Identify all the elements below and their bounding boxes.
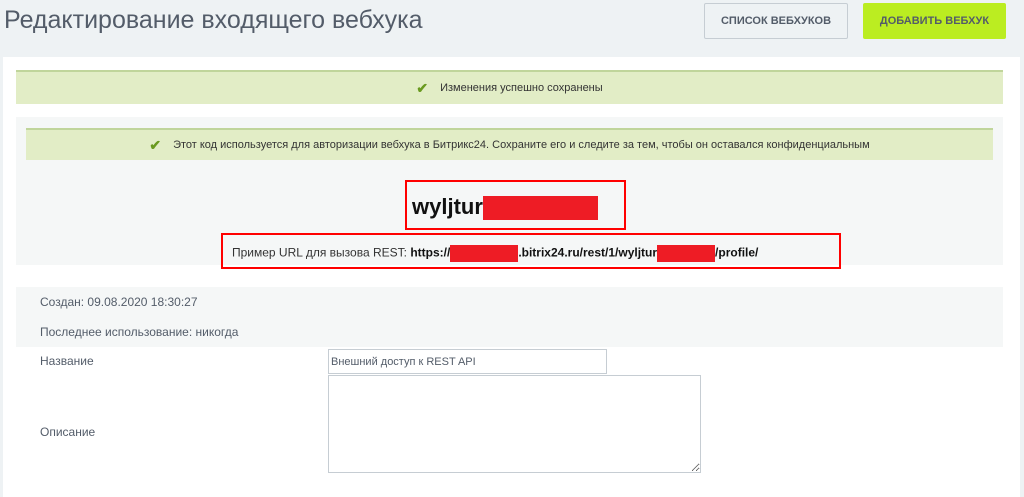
token-section: ✔ Этот код используется для авторизации …	[16, 117, 1003, 269]
add-webhook-button[interactable]: Добавить вебхук	[863, 3, 1006, 39]
token-text: wyljtur	[412, 194, 483, 219]
name-label: Название	[40, 354, 94, 368]
url-part: .bitrix24.ru/rest/1/wyljtur	[518, 245, 658, 260]
webhook-token[interactable]: wyljtur	[405, 180, 626, 230]
url-label: Пример URL для вызова REST:	[232, 245, 407, 260]
info-alert: ✔ Этот код используется для авторизации …	[26, 128, 993, 160]
last-used-row: Последнее использование: никогда	[16, 317, 1003, 347]
url-part: https://	[410, 245, 451, 260]
checkmark-icon: ✔	[416, 79, 429, 96]
url-part: /profile/	[715, 245, 759, 260]
success-alert: ✔ Изменения успешно сохранены	[16, 70, 1003, 104]
redaction	[482, 196, 598, 221]
redaction	[450, 245, 519, 262]
name-input[interactable]	[328, 349, 607, 374]
rest-url-example: Пример URL для вызова REST: https:// .bit…	[221, 233, 841, 269]
success-text: Изменения успешно сохранены	[440, 82, 603, 94]
description-textarea[interactable]	[328, 375, 701, 473]
webhook-list-button[interactable]: Список вебхуков	[704, 3, 848, 39]
redaction	[657, 245, 716, 262]
description-label: Описание	[40, 425, 96, 439]
checkmark-icon: ✔	[149, 136, 162, 153]
content-card: ✔ Изменения успешно сохранены ✔ Этот код…	[3, 57, 1020, 497]
created-row: Создан: 09.08.2020 18:30:27	[16, 287, 1003, 317]
info-text: Этот код используется для авторизации ве…	[173, 139, 870, 151]
page-title: Редактирование входящего вебхука	[4, 6, 423, 34]
